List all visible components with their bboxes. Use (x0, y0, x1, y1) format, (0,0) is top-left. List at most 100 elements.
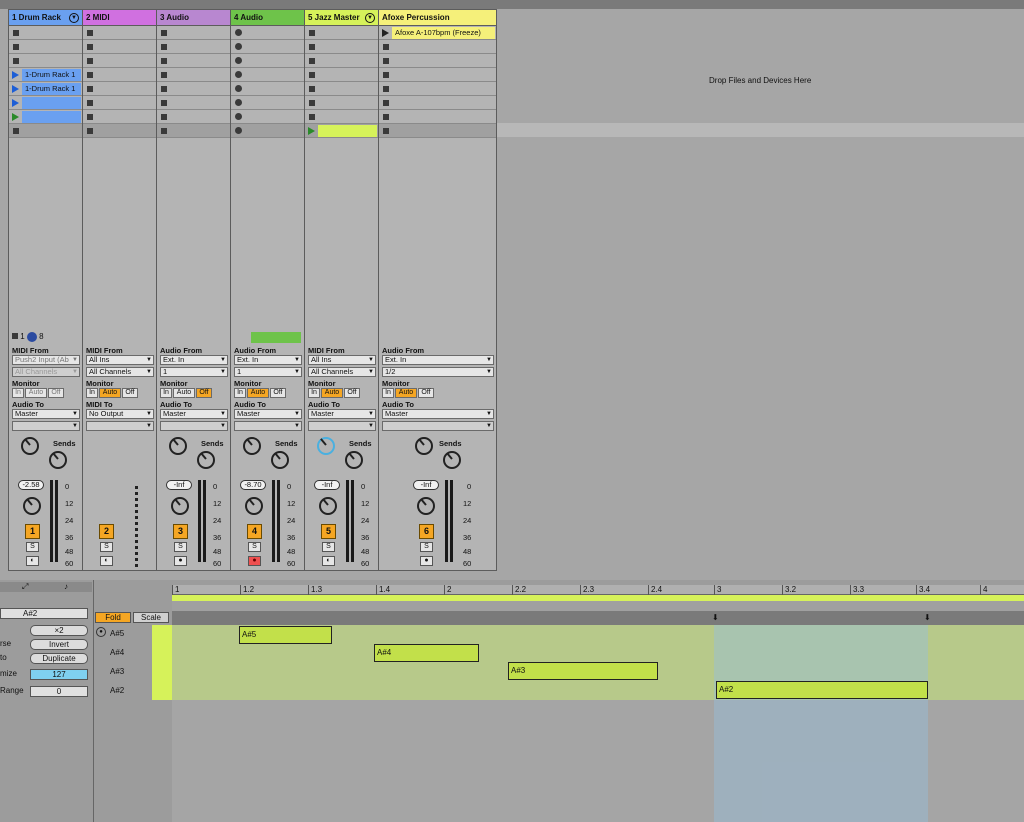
clip-slot[interactable] (157, 68, 230, 82)
send-b-knob[interactable] (49, 451, 67, 469)
output-channel-select[interactable] (382, 421, 494, 431)
input-type-select[interactable]: All Ins (308, 355, 376, 365)
clip-slot[interactable] (305, 110, 378, 124)
clip-slot[interactable] (9, 40, 82, 54)
arm-button[interactable]: ● (248, 556, 261, 566)
output-select[interactable]: No Output (86, 409, 154, 419)
clip-slot[interactable] (83, 96, 156, 110)
monitor-in[interactable]: In (12, 388, 24, 398)
clip-slot[interactable]: Afoxe A-107bpm (Freeze) (379, 26, 496, 40)
clip-slot[interactable] (9, 54, 82, 68)
send-b-knob[interactable] (443, 451, 461, 469)
monitor-auto[interactable]: Auto (25, 388, 47, 398)
output-select[interactable]: Master (234, 409, 302, 419)
clip-slot[interactable] (9, 26, 82, 40)
invert-button[interactable]: Invert (30, 639, 88, 650)
track-header[interactable]: 5 Jazz Master ▼ (305, 10, 378, 26)
input-type-select[interactable]: All Ins (86, 355, 154, 365)
solo-button[interactable]: S (248, 542, 261, 552)
arm-button[interactable]: ● (420, 556, 433, 566)
clip-slot[interactable] (231, 96, 304, 110)
solo-button[interactable]: S (174, 542, 187, 552)
clip-slot[interactable]: 1-Drum Rack 1 (9, 68, 82, 82)
clip-slot[interactable] (9, 124, 82, 138)
clip-slot[interactable] (157, 82, 230, 96)
monitor-auto[interactable]: Auto (99, 388, 121, 398)
track-activator[interactable]: 2 (99, 524, 114, 539)
fold-icon[interactable]: ▼ (69, 13, 79, 23)
loop-end-icon[interactable]: ⬇ (924, 613, 931, 622)
monitor-in[interactable]: In (160, 388, 172, 398)
time-ruler[interactable]: 1 1.2 1.3 1.4 2 2.2 2.3 2.4 3 3.2 3.3 3.… (172, 585, 1024, 595)
send-b-knob[interactable] (197, 451, 215, 469)
monitor-off[interactable]: Off (344, 388, 360, 398)
clip-slot[interactable] (157, 54, 230, 68)
arm-icon[interactable]: ◐ (322, 556, 335, 566)
clip-slot[interactable] (305, 124, 378, 138)
clip-slot[interactable] (231, 110, 304, 124)
clip-slot[interactable] (231, 40, 304, 54)
clip-slot[interactable] (157, 40, 230, 54)
clip-slot[interactable] (9, 96, 82, 110)
input-channel-select[interactable]: 1 (160, 367, 228, 377)
output-channel-select[interactable] (86, 421, 154, 431)
send-a-knob[interactable] (415, 437, 433, 455)
play-icon[interactable] (12, 113, 19, 121)
range-field[interactable]: 0 (30, 686, 88, 697)
clip-slot[interactable] (83, 68, 156, 82)
track-activator[interactable]: 6 (419, 524, 434, 539)
monitor-in[interactable]: In (234, 388, 246, 398)
track-header[interactable]: 4 Audio (231, 10, 304, 26)
midi-note[interactable]: A#5 (239, 626, 332, 644)
input-type-select[interactable]: Push2 Input (Ab (12, 355, 80, 365)
scale-button[interactable]: Scale (133, 612, 169, 623)
volume-field[interactable]: -2.58 (18, 480, 44, 490)
clip-slot[interactable] (83, 40, 156, 54)
track-header[interactable]: 2 MIDI (83, 10, 156, 26)
clip-slot[interactable] (379, 82, 496, 96)
clip-slot[interactable] (379, 40, 496, 54)
clip-slot[interactable] (305, 96, 378, 110)
send-a-knob[interactable] (317, 437, 335, 455)
monitor-off[interactable]: Off (48, 388, 64, 398)
output-select[interactable]: Master (160, 409, 228, 419)
knob-icon[interactable] (26, 332, 37, 342)
track-activator[interactable]: 1 (25, 524, 40, 539)
input-channel-select[interactable]: 1/2 (382, 367, 494, 377)
output-channel-select[interactable] (308, 421, 376, 431)
input-type-select[interactable]: Ext. In (234, 355, 302, 365)
solo-button[interactable]: S (420, 542, 433, 552)
clip-slot[interactable] (83, 26, 156, 40)
clip[interactable]: 1-Drum Rack 1 (22, 83, 81, 95)
monitor-off[interactable]: Off (122, 388, 138, 398)
play-icon[interactable] (12, 99, 19, 107)
key-field[interactable]: A#2 (0, 608, 88, 619)
output-channel-select[interactable] (234, 421, 302, 431)
play-icon[interactable] (12, 71, 19, 79)
output-select[interactable]: Master (12, 409, 80, 419)
clip-slot[interactable] (305, 68, 378, 82)
send-a-knob[interactable] (169, 437, 187, 455)
input-type-select[interactable]: Ext. In (382, 355, 494, 365)
play-icon[interactable] (308, 127, 315, 135)
double-button[interactable]: ×2 (30, 625, 88, 636)
monitor-off[interactable]: Off (270, 388, 286, 398)
clip[interactable] (318, 125, 377, 137)
clip-slot[interactable] (305, 54, 378, 68)
clip-slot[interactable]: 1-Drum Rack 1 (9, 82, 82, 96)
monitor-off[interactable]: Off (196, 388, 212, 398)
track-header[interactable]: 3 Audio (157, 10, 230, 26)
output-select[interactable]: Master (382, 409, 494, 419)
monitor-in[interactable]: In (382, 388, 394, 398)
track-activator[interactable]: 4 (247, 524, 262, 539)
clip-slot[interactable] (231, 54, 304, 68)
solo-button[interactable]: S (100, 542, 113, 552)
clip-slot[interactable] (83, 54, 156, 68)
input-channel-select[interactable]: All Channels (86, 367, 154, 377)
clip-slot[interactable] (231, 68, 304, 82)
monitor-auto[interactable]: Auto (247, 388, 269, 398)
fold-button[interactable]: Fold (95, 612, 131, 623)
track-activator[interactable]: 3 (173, 524, 188, 539)
clip-slot[interactable] (379, 68, 496, 82)
clip-slot[interactable] (157, 26, 230, 40)
